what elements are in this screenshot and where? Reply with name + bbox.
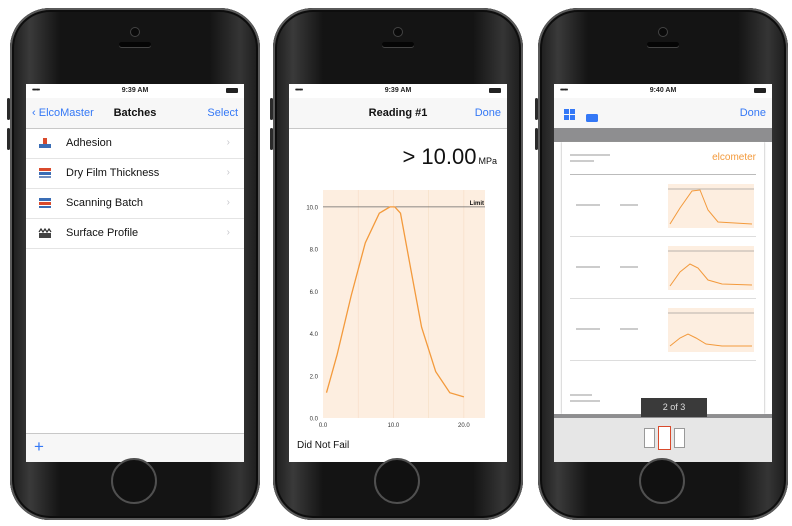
share-icon[interactable] [586, 109, 598, 127]
status-time: 9:40 AM [649, 87, 677, 94]
report-header-line [570, 160, 594, 162]
screen: ••••• 9:40 AM Done elcometer 2 of 3 [554, 84, 772, 462]
reading-value: > 10.00 MPa [402, 144, 497, 170]
chevron-right-icon: › [226, 227, 230, 238]
x-tick-label: 10.0 [388, 423, 400, 429]
phone-report: ••••• 9:40 AM Done elcometer 2 of 3 [535, 8, 788, 520]
chevron-right-icon: › [226, 137, 230, 148]
list-item-surface-profile[interactable]: Surface Profile › [26, 219, 244, 249]
report-row-text [576, 266, 600, 268]
volume-button [535, 98, 538, 120]
status-time: 9:39 AM [384, 87, 412, 94]
report-footer-line [570, 394, 592, 396]
status-bar: ••••• 9:39 AM [289, 84, 507, 98]
earpiece-speaker [382, 42, 414, 47]
x-tick-label: 0.0 [319, 423, 328, 429]
report-header-line [570, 154, 610, 156]
report-mini-chart [668, 246, 754, 290]
report-brand: elcometer [712, 152, 756, 163]
home-button [374, 458, 420, 504]
add-icon[interactable]: + [34, 437, 44, 457]
list-item-label: Scanning Batch [66, 197, 144, 209]
phone-reading: ••••• 9:39 AM Reading #1 Done > 10.00 MPa… [270, 8, 523, 520]
home-button [639, 458, 685, 504]
surface-profile-icon [38, 227, 52, 239]
reading-number: > 10.00 [402, 144, 477, 169]
select-button[interactable]: Select [207, 107, 238, 119]
earpiece-speaker [119, 42, 151, 47]
report-row-text [620, 204, 638, 206]
screen: ••••• 9:39 AM Reading #1 Done > 10.00 MPa… [289, 84, 507, 462]
list-item-label: Dry Film Thickness [66, 167, 160, 179]
y-tick-label: 2.0 [310, 374, 319, 380]
y-tick-label: 4.0 [310, 332, 319, 338]
front-camera [394, 28, 402, 36]
home-button [111, 458, 157, 504]
x-tick-label: 20.0 [458, 423, 470, 429]
volume-button [270, 98, 273, 120]
report-mini-chart [668, 184, 754, 228]
battery-icon [754, 88, 766, 93]
earpiece-speaker [647, 42, 679, 47]
reading-chart: 0.0 2.0 4.0 6.0 8.0 10.0 0.0 10.0 20.0 Limit [306, 190, 485, 429]
report-page: elcometer [562, 142, 764, 414]
chevron-right-icon: › [226, 167, 230, 178]
front-camera [131, 28, 139, 36]
grid-view-icon[interactable] [564, 107, 575, 125]
volume-button [535, 128, 538, 150]
navigation-bar: Reading #1 Done [289, 98, 507, 129]
report-table-header [570, 174, 756, 175]
navigation-bar: ‹ ElcoMaster Batches Select [26, 98, 244, 129]
report-toolbar: Done [554, 98, 772, 128]
report-row [570, 178, 756, 237]
page-counter: 2 of 3 [641, 398, 707, 417]
status-bar: ••••• 9:40 AM [554, 84, 772, 98]
test-status: Did Not Fail [297, 440, 350, 451]
limit-label: Limit [470, 201, 484, 207]
page-thumbnail[interactable] [674, 428, 685, 448]
report-row-text [576, 204, 600, 206]
report-row-text [620, 266, 638, 268]
report-mini-chart [668, 308, 754, 352]
y-tick-label: 0.0 [310, 417, 319, 423]
page-thumbnail-selected[interactable] [658, 426, 671, 450]
done-button[interactable]: Done [475, 107, 501, 119]
report-row [570, 302, 756, 361]
volume-button [7, 128, 10, 150]
front-camera [659, 28, 667, 36]
screen: ••••• 9:39 AM ‹ ElcoMaster Batches Selec… [26, 84, 244, 462]
volume-button [7, 98, 10, 120]
list-item-adhesion[interactable]: Adhesion › [26, 129, 244, 159]
battery-icon [226, 88, 238, 93]
phone-batches: ••••• 9:39 AM ‹ ElcoMaster Batches Selec… [7, 8, 260, 520]
y-tick-label: 6.0 [310, 290, 319, 296]
y-tick-label: 8.0 [310, 248, 319, 254]
report-footer-line [570, 400, 600, 402]
list-item-label: Surface Profile [66, 227, 139, 239]
y-tick-label: 10.0 [306, 205, 318, 211]
report-row-text [620, 328, 638, 330]
list-item-label: Adhesion [66, 137, 112, 149]
status-time: 9:39 AM [121, 87, 149, 94]
reading-unit: MPa [478, 156, 497, 166]
battery-icon [489, 88, 501, 93]
plot-area [323, 190, 485, 418]
adhesion-icon [38, 137, 52, 149]
report-row [570, 240, 756, 299]
list-item-dry-film-thickness[interactable]: Dry Film Thickness › [26, 159, 244, 189]
done-button[interactable]: Done [740, 107, 766, 119]
page-thumbnail-strip [554, 418, 772, 462]
dft-icon [38, 167, 52, 179]
status-bar: ••••• 9:39 AM [26, 84, 244, 98]
volume-button [270, 128, 273, 150]
scan-batch-icon [38, 197, 52, 209]
report-row-text [576, 328, 600, 330]
page-thumbnail[interactable] [644, 428, 655, 448]
list-item-scanning-batch[interactable]: Scanning Batch › [26, 189, 244, 219]
viewer-background-top [554, 128, 772, 142]
chevron-right-icon: › [226, 197, 230, 208]
